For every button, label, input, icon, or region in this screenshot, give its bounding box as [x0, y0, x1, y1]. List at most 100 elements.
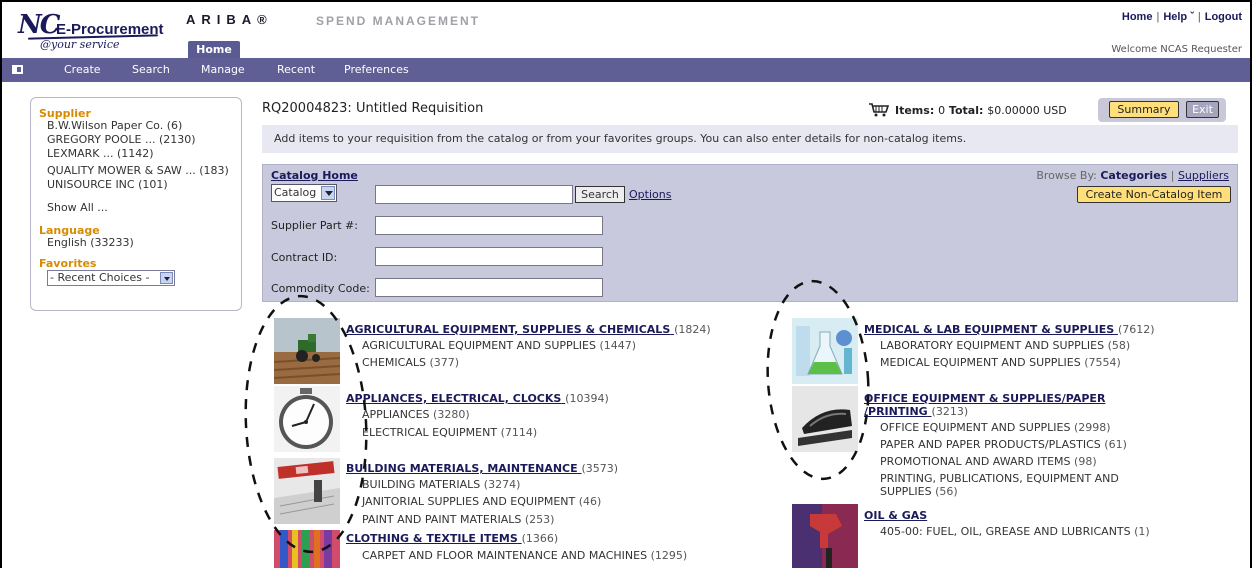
supplier-name: LEXMARK ...: [47, 147, 114, 160]
catalog-select[interactable]: Catalog: [271, 184, 337, 202]
chevron-down-icon[interactable]: [160, 272, 173, 284]
nav-preferences[interactable]: Preferences: [344, 58, 409, 82]
options-link[interactable]: Options: [629, 188, 671, 201]
contract-id-label: Contract ID:: [271, 251, 338, 264]
medical-thumbnail[interactable]: [792, 318, 858, 384]
subcategory-link[interactable]: PAINT AND PAINT MATERIALS (253): [362, 513, 554, 526]
subcategory-link[interactable]: PAPER AND PAPER PRODUCTS/PLASTICS (61): [880, 438, 1127, 451]
category-title: AGRICULTURAL EQUIPMENT, SUPPLIES & CHEMI…: [346, 323, 671, 336]
favorites-heading: Favorites: [39, 257, 97, 270]
help-link[interactable]: Help ˇ: [1163, 11, 1194, 23]
category-office[interactable]: OFFICE EQUIPMENT & SUPPLIES/PAPER /PRINT…: [864, 392, 1105, 418]
supplier-item[interactable]: LEXMARK ... (1142): [47, 147, 154, 160]
catalog-search-panel: Catalog Home Browse By: Categories | Sup…: [262, 164, 1238, 302]
subcategory-name: CHEMICALS: [362, 356, 426, 369]
category-appliances[interactable]: APPLIANCES, ELECTRICAL, CLOCKS (10394): [346, 392, 609, 405]
commodity-code-label: Commodity Code:: [271, 282, 370, 295]
subcategory-count: (7114): [500, 426, 538, 439]
subcategory-link[interactable]: OFFICE EQUIPMENT AND SUPPLIES (2998): [880, 421, 1111, 434]
logo-tagline: @your service: [40, 38, 120, 51]
favorites-select-value: - Recent Choices -: [50, 271, 150, 284]
subcategory-link[interactable]: ELECTRICAL EQUIPMENT (7114): [362, 426, 537, 439]
tools-level-image: [274, 458, 340, 524]
category-medical[interactable]: MEDICAL & LAB EQUIPMENT & SUPPLIES (7612…: [864, 323, 1155, 336]
supplier-item[interactable]: QUALITY MOWER & SAW ... (183): [47, 164, 229, 177]
home-link[interactable]: Home: [1122, 11, 1153, 23]
logout-link[interactable]: Logout: [1205, 11, 1242, 23]
subcategory-count: (3280): [433, 408, 470, 421]
fuel-nozzle-image: [792, 504, 858, 568]
subcategory-link[interactable]: BUILDING MATERIALS (3274): [362, 478, 520, 491]
supplier-count: (101): [138, 178, 168, 191]
tractor-field-image: [274, 318, 340, 384]
show-all-link[interactable]: Show All ...: [47, 201, 108, 214]
dashboard-icon[interactable]: [12, 65, 23, 74]
supplier-item[interactable]: GREGORY POOLE ... (2130): [47, 133, 196, 146]
nav-create[interactable]: Create: [64, 58, 101, 82]
subcategory-link[interactable]: PRINTING, PUBLICATIONS, EQUIPMENT AND SUP…: [880, 472, 1119, 498]
building-thumbnail[interactable]: [274, 458, 340, 524]
category-building[interactable]: BUILDING MATERIALS, MAINTENANCE (3573): [346, 462, 618, 475]
subcategory-link[interactable]: 405-00: FUEL, OIL, GREASE AND LUBRICANTS…: [880, 525, 1150, 538]
favorites-select[interactable]: - Recent Choices -: [47, 270, 175, 286]
subcategory-link[interactable]: LABORATORY EQUIPMENT AND SUPPLIES (58): [880, 339, 1130, 352]
browse-by: Browse By: Categories | Suppliers: [1036, 169, 1229, 182]
category-count: (1824): [674, 323, 711, 336]
supplier-count: (1142): [116, 147, 154, 160]
language-item[interactable]: English (33233): [47, 236, 134, 249]
welcome-text: Welcome NCAS Requester: [1111, 44, 1242, 55]
language-name: English: [47, 236, 87, 249]
refine-sidebar: Supplier B.W.Wilson Paper Co. (6) GREGOR…: [30, 97, 242, 311]
home-tab[interactable]: Home: [188, 41, 240, 58]
oil-gas-thumbnail[interactable]: [792, 504, 858, 568]
subcategory-count: (253): [524, 513, 555, 526]
nav-manage[interactable]: Manage: [201, 58, 245, 82]
subcategory-link[interactable]: CHEMICALS (377): [362, 356, 459, 369]
subcategory-count: (58): [1107, 339, 1131, 352]
category-agricultural[interactable]: AGRICULTURAL EQUIPMENT, SUPPLIES & CHEMI…: [346, 323, 711, 336]
search-button[interactable]: Search: [575, 186, 625, 203]
subcategory-link[interactable]: MEDICAL EQUIPMENT AND SUPPLIES (7554): [880, 356, 1121, 369]
supplier-item[interactable]: B.W.Wilson Paper Co. (6): [47, 119, 182, 132]
separator: |: [1170, 169, 1175, 182]
supplier-part-input[interactable]: [375, 216, 603, 235]
supplier-name: GREGORY POOLE ...: [47, 133, 156, 146]
supplier-item[interactable]: UNISOURCE INC (101): [47, 178, 168, 191]
stopwatch-image: [274, 386, 340, 452]
separator: |: [1156, 11, 1160, 23]
subcategory-link[interactable]: PROMOTIONAL AND AWARD ITEMS (98): [880, 455, 1097, 468]
nav-search[interactable]: Search: [132, 58, 170, 82]
supplier-count: (183): [199, 164, 229, 177]
browse-categories-link[interactable]: Categories: [1100, 169, 1167, 182]
chevron-down-icon[interactable]: [321, 186, 335, 200]
contract-id-input[interactable]: [375, 247, 603, 266]
agriculture-thumbnail[interactable]: [274, 318, 340, 384]
nc-eprocurement-logo[interactable]: NC E-Procurement @your service: [18, 8, 170, 51]
catalog-home-link[interactable]: Catalog Home: [271, 169, 358, 182]
subcategory-link[interactable]: JANITORIAL SUPPLIES AND EQUIPMENT (46): [362, 495, 601, 508]
category-clothing[interactable]: CLOTHING & TEXTILE ITEMS (1366): [346, 532, 558, 545]
subcategory-name: LABORATORY EQUIPMENT AND SUPPLIES: [880, 339, 1105, 352]
appliances-thumbnail[interactable]: [274, 386, 340, 452]
subcategory-count: (56): [935, 485, 958, 498]
subcategory-link[interactable]: AGRICULTURAL EQUIPMENT AND SUPPLIES (144…: [362, 339, 636, 352]
subcategory-name: PROMOTIONAL AND AWARD ITEMS: [880, 455, 1071, 468]
subcategory-count: (46): [578, 495, 602, 508]
summary-button[interactable]: Summary: [1109, 101, 1179, 118]
subcategory-link[interactable]: CARPET AND FLOOR MAINTENANCE AND MACHINE…: [362, 549, 687, 562]
commodity-code-input[interactable]: [375, 278, 603, 297]
category-oil-gas[interactable]: OIL & GAS: [864, 509, 927, 522]
subcategory-name-cont: SUPPLIES: [880, 485, 932, 498]
browse-suppliers-link[interactable]: Suppliers: [1178, 169, 1229, 182]
exit-button[interactable]: Exit: [1186, 101, 1219, 118]
office-thumbnail[interactable]: [792, 386, 858, 452]
clothing-thumbnail[interactable]: [274, 530, 340, 568]
create-noncatalog-button[interactable]: Create Non-Catalog Item: [1077, 186, 1231, 203]
category-title: APPLIANCES, ELECTRICAL, CLOCKS: [346, 392, 562, 405]
subcategory-link[interactable]: APPLIANCES (3280): [362, 408, 470, 421]
top-links: Home | Help ˇ | Logout: [1122, 11, 1242, 23]
subcategory-count: (1): [1134, 525, 1150, 538]
nav-recent[interactable]: Recent: [277, 58, 315, 82]
search-input[interactable]: [375, 185, 573, 204]
main-nav: Create Search Manage Recent Preferences: [2, 58, 1250, 82]
